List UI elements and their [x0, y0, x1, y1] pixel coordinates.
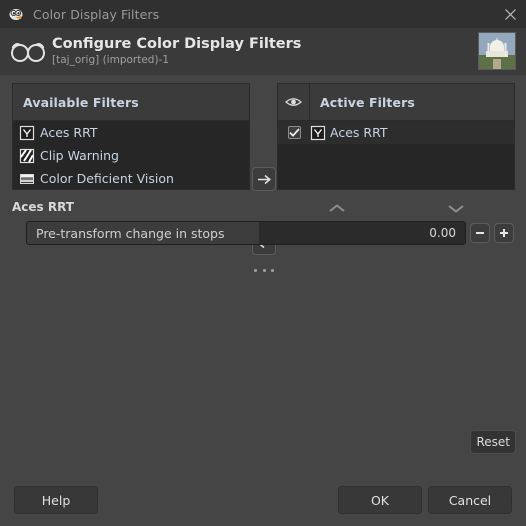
color-bands-icon: [19, 171, 35, 187]
window-title: Color Display Filters: [33, 6, 160, 22]
slider-value[interactable]: 0.00: [429, 222, 456, 244]
available-filters-header-label: Available Filters: [23, 94, 139, 110]
help-button[interactable]: Help: [14, 486, 98, 514]
color-display-filters-dialog: Color Display Filters Configure Color Di…: [0, 0, 526, 526]
checkbox: [287, 126, 301, 139]
available-filters-header: Available Filters: [13, 84, 249, 121]
header-text-block: Configure Color Display Filters [taj_ori…: [48, 36, 478, 67]
ok-button[interactable]: OK: [338, 486, 422, 514]
list-item[interactable]: Color Deficient Vision: [13, 167, 249, 189]
active-filters-list[interactable]: Aces RRT: [278, 121, 514, 189]
list-item-label: Aces RRT: [40, 125, 98, 140]
spectacles-icon: [8, 36, 48, 66]
dialog-action-bar: Help OK Cancel: [0, 474, 526, 526]
list-item-label: Clip Warning: [40, 148, 119, 163]
arrow-right-icon[interactable]: [252, 167, 276, 191]
table-row-label: Aces RRT: [330, 125, 388, 140]
close-icon[interactable]: [495, 0, 526, 28]
page-title: Configure Color Display Filters: [52, 35, 302, 52]
pre-transform-stops-slider[interactable]: Pre-transform change in stops 0.00: [26, 221, 466, 245]
filter-enabled-checkbox[interactable]: [278, 126, 310, 139]
dialog-header: Configure Color Display Filters [taj_ori…: [0, 28, 526, 75]
image-thumbnail: [478, 32, 516, 70]
chevron-up-icon[interactable]: [277, 195, 396, 221]
table-row[interactable]: Aces RRT: [278, 121, 514, 144]
image-subtitle: [taj_orig] (imported)-1: [52, 53, 170, 66]
list-item[interactable]: Aces RRT: [13, 121, 249, 144]
available-filters-list[interactable]: Aces RRT Clip Warning Color Deficient Vi…: [13, 121, 249, 189]
eye-icon: [278, 84, 310, 120]
gamma-icon: [310, 125, 326, 141]
slider-label: Pre-transform change in stops: [36, 225, 225, 241]
cancel-button[interactable]: Cancel: [428, 486, 512, 514]
diagonal-stripes-icon: [19, 148, 35, 164]
gamma-icon: [19, 125, 35, 141]
title-bar: Color Display Filters: [0, 0, 526, 28]
reset-button[interactable]: Reset: [470, 430, 516, 454]
ellipsis-icon[interactable]: [254, 269, 274, 272]
minus-icon[interactable]: [470, 223, 490, 243]
active-filters-header: Active Filters: [278, 84, 514, 121]
list-item[interactable]: Clip Warning: [13, 144, 249, 167]
reorder-controls: [277, 195, 515, 221]
filter-settings-title: Aces RRT: [12, 200, 74, 214]
dialog-body: Available Filters Aces RRT Clip Warning …: [0, 75, 526, 474]
list-item-label: Color Deficient Vision: [40, 171, 174, 186]
wilber-icon: [8, 6, 25, 23]
chevron-down-icon[interactable]: [396, 195, 515, 221]
active-filters-panel: Active Filters Aces RRT: [277, 83, 515, 190]
pre-transform-stops-row: Pre-transform change in stops 0.00: [26, 221, 514, 245]
available-filters-panel: Available Filters Aces RRT Clip Warning …: [12, 83, 250, 190]
active-filters-header-label: Active Filters: [320, 94, 415, 110]
plus-icon[interactable]: [494, 223, 514, 243]
